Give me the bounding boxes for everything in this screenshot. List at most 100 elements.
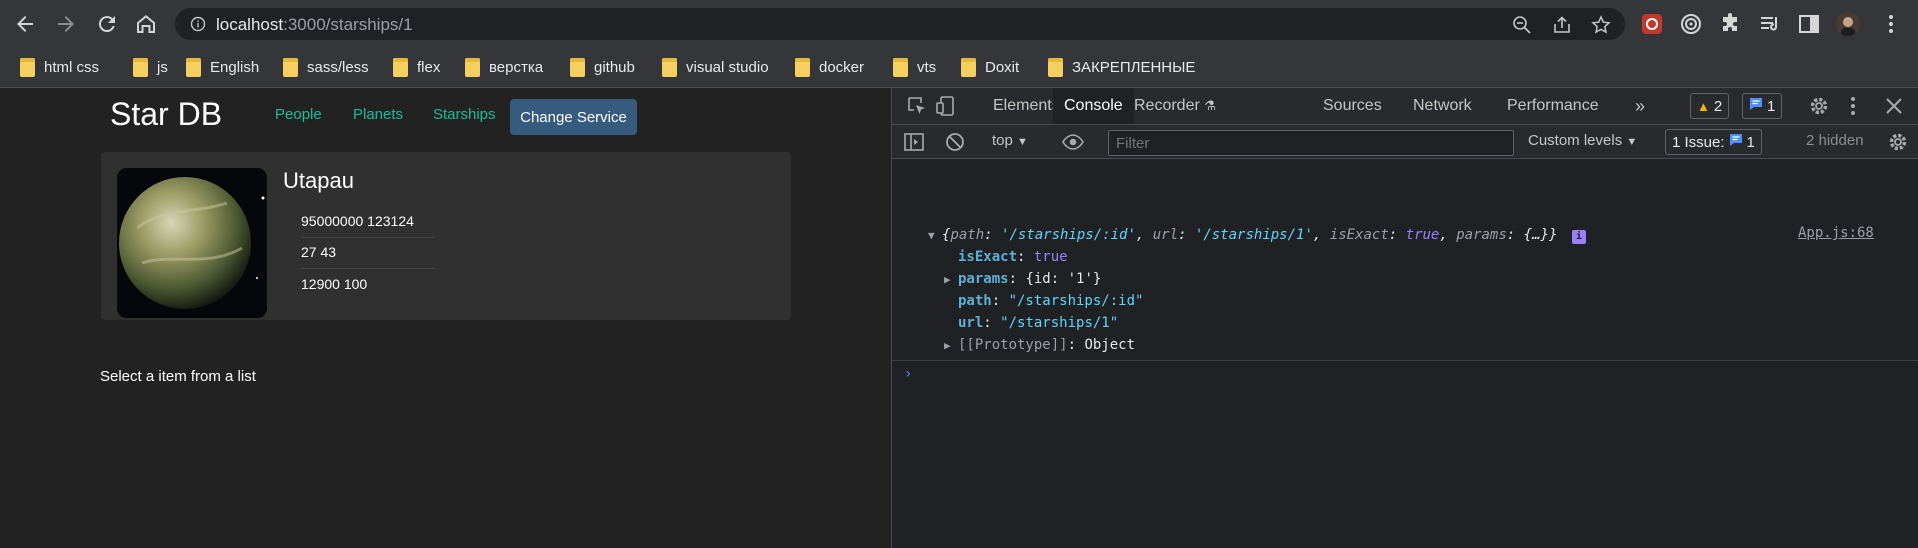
change-service-button[interactable]: Change Service [510, 99, 637, 135]
console-prompt[interactable]: › [904, 364, 1904, 384]
devtools-menu-icon[interactable] [1842, 95, 1864, 117]
folder-icon [186, 57, 201, 77]
prop-key: path [958, 293, 992, 309]
browser-toolbar: localhost:3000/starships/1 [0, 0, 1918, 47]
hidden-count: 2 hidden [1806, 132, 1864, 149]
side-panel-icon[interactable] [1797, 12, 1821, 36]
folder-icon [393, 57, 408, 77]
messages-badge[interactable]: 1 [1742, 93, 1783, 119]
forward-icon[interactable] [54, 12, 78, 36]
log-prop-row[interactable]: ▶ [[Prototype]]: Object [944, 335, 1135, 355]
summary-value: '/starships/1' [1194, 227, 1313, 243]
folder-icon [465, 57, 480, 77]
home-icon[interactable] [134, 12, 158, 36]
log-prop-row: path: "/starships/:id" [958, 293, 1144, 309]
reload-icon[interactable] [95, 12, 119, 36]
zoom-icon[interactable] [1512, 15, 1532, 35]
bookmark-folder[interactable]: ЗАКРЕПЛЕННЫЕ [1048, 56, 1195, 78]
prop-key: [[Prototype]] [958, 337, 1068, 353]
bookmark-folder[interactable]: docker [795, 56, 864, 78]
expand-triangle-icon[interactable]: ▶ [944, 336, 958, 356]
console-filter-input[interactable] [1108, 130, 1514, 156]
bookmark-folder[interactable]: верстка [465, 56, 543, 78]
planet-detail-row: 12900 100 [301, 276, 368, 292]
bookmark-folder[interactable]: English [186, 56, 259, 78]
bookmark-label: js [157, 58, 168, 76]
source-link[interactable]: App.js:68 [1798, 225, 1874, 241]
nav-people[interactable]: People [275, 106, 322, 123]
folder-icon [1048, 57, 1063, 77]
bookmark-folder[interactable]: visual studio [662, 56, 769, 78]
console-toolbar: top ▼ Custom levels ▼ 1 Issue: 1 2 hidden [892, 125, 1918, 159]
custom-levels-label: Custom levels [1528, 132, 1623, 149]
issues-count: 1 [1746, 133, 1755, 151]
issues-badge[interactable]: 1 Issue: 1 [1665, 129, 1762, 155]
nav-planets[interactable]: Planets [353, 106, 403, 123]
device-toolbar-icon[interactable] [935, 95, 957, 117]
bookmark-folder[interactable]: js [133, 56, 168, 78]
bookmark-folder[interactable]: sass/less [283, 56, 369, 78]
tab-network[interactable]: Network [1402, 88, 1483, 124]
site-info-icon[interactable] [190, 16, 206, 32]
nav-starships[interactable]: Starships [433, 106, 496, 123]
custom-levels-dropdown[interactable]: Custom levels ▼ [1528, 132, 1637, 149]
summary-value: true [1405, 227, 1440, 243]
url-host: localhost [216, 15, 284, 34]
extension-target-icon[interactable] [1679, 12, 1703, 36]
bookmark-label: Doxit [985, 58, 1020, 76]
settings-gear-icon[interactable] [1808, 95, 1830, 117]
log-prop-row[interactable]: ▶ params: {id: '1'} [944, 269, 1101, 289]
share-icon[interactable] [1552, 15, 1572, 35]
tab-recorder-label: Recorder [1134, 97, 1200, 114]
media-queue-icon[interactable] [1758, 12, 1782, 36]
prop-value: "/starships/:id" [1008, 293, 1144, 309]
live-expression-eye-icon[interactable] [1062, 131, 1084, 153]
info-badge-icon[interactable]: i [1571, 230, 1586, 244]
bookmark-folder[interactable]: html css [20, 56, 99, 78]
select-item-message: Select a item from a list [100, 368, 256, 385]
expand-triangle-icon[interactable]: ▼ [928, 226, 942, 246]
messages-count: 1 [1767, 97, 1776, 115]
summary-key: path [950, 227, 985, 243]
context-selector[interactable]: top ▼ [992, 132, 1028, 149]
clear-console-icon[interactable] [944, 131, 966, 153]
message-icon [1749, 97, 1763, 115]
app-brand[interactable]: Star DB [110, 96, 222, 133]
folder-icon [133, 57, 148, 77]
chevron-down-icon: ▼ [1626, 136, 1638, 148]
browser-menu-icon[interactable] [1879, 12, 1903, 36]
folder-icon [893, 57, 908, 77]
bookmark-folder[interactable]: Doxit [961, 56, 1019, 78]
bookmark-label: flex [417, 58, 441, 76]
show-sidebar-icon[interactable] [903, 131, 925, 153]
back-icon[interactable] [13, 12, 37, 36]
bookmark-label: ЗАКРЕПЛЕННЫЕ [1072, 58, 1196, 76]
bookmark-star-icon[interactable] [1591, 15, 1611, 35]
bookmark-folder[interactable]: github [570, 56, 635, 78]
extension-red-icon[interactable] [1640, 12, 1664, 36]
prop-key: isExact [958, 249, 1018, 265]
inspect-element-icon[interactable] [906, 95, 928, 117]
more-tabs-icon[interactable]: » [1624, 88, 1656, 124]
bookmark-folder[interactable]: flex [393, 56, 440, 78]
bookmark-label: github [594, 58, 635, 76]
expand-triangle-icon[interactable]: ▶ [944, 270, 958, 290]
extensions-puzzle-icon[interactable] [1718, 12, 1742, 36]
bookmark-folder[interactable]: vts [893, 56, 936, 78]
warnings-badge[interactable]: ▲ 2 [1690, 93, 1730, 119]
folder-icon [795, 57, 810, 77]
warnings-count: 2 [1713, 97, 1723, 115]
url-text[interactable]: localhost:3000/starships/1 [216, 15, 413, 35]
console-settings-gear-icon[interactable] [1887, 131, 1909, 153]
tab-sources[interactable]: Sources [1312, 88, 1393, 124]
log-summary-line[interactable]: ▼ {path: '/starships/:id', url: '/starshi… [928, 225, 1586, 245]
planet-image [117, 168, 267, 318]
tab-performance[interactable]: Performance [1496, 88, 1610, 124]
prop-value: "/starships/1" [1000, 315, 1119, 331]
address-bar[interactable]: localhost:3000/starships/1 [175, 8, 1625, 40]
close-devtools-icon[interactable] [1883, 95, 1905, 117]
planet-detail-row: 95000000 123124 [301, 207, 435, 238]
tab-recorder[interactable]: Recorder ⚗ [1123, 88, 1227, 124]
profile-avatar[interactable] [1836, 12, 1860, 36]
tab-console[interactable]: Console [1053, 88, 1134, 124]
